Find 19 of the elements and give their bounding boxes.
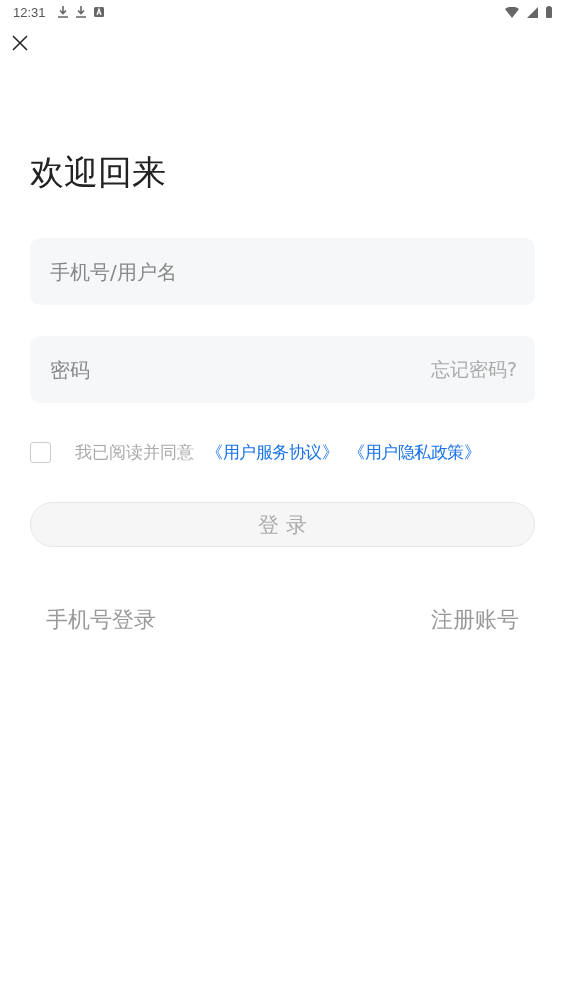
bottom-link[interactable]: 注册账号: [431, 605, 519, 635]
download-icon: [75, 6, 86, 18]
agreement-link[interactable]: 《用户服务协议》: [206, 441, 338, 464]
agreement-checkbox[interactable]: [30, 442, 51, 463]
agreement-link[interactable]: 《用户隐私政策》: [348, 441, 480, 464]
signal-icon: [527, 6, 538, 18]
wifi-icon: [505, 6, 519, 18]
password-field[interactable]: 密码 忘记密码?: [30, 336, 535, 403]
forgot-password-link[interactable]: 忘记密码?: [430, 356, 517, 383]
agreement-text: 我已阅读并同意: [75, 441, 194, 464]
bottom-link[interactable]: 手机号登录: [46, 605, 156, 635]
download-icon: [57, 6, 68, 18]
notification-icon: [93, 7, 104, 17]
password-input[interactable]: 密码: [50, 357, 431, 382]
page-title: 欢迎回来: [30, 152, 167, 192]
battery-icon: [546, 6, 552, 18]
close-icon[interactable]: [12, 35, 28, 51]
username-field[interactable]: 手机号/用户名: [30, 238, 535, 305]
status-time: 12:31: [13, 4, 46, 20]
